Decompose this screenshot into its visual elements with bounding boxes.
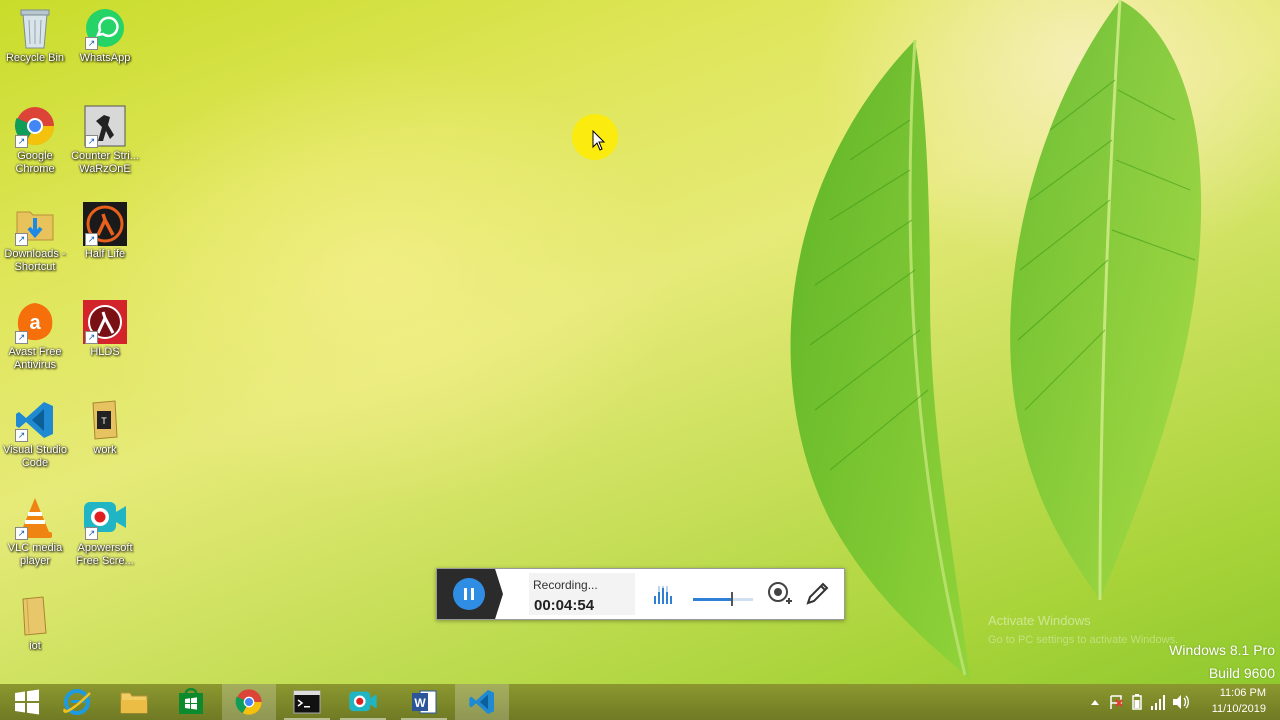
- desktop-icon-label: Avast Free Antivirus: [8, 346, 62, 371]
- desktop-icon-counter-strike[interactable]: ↗ Counter Stri... WaRzOnE: [70, 104, 140, 176]
- desktop-icon-label: VLC media player: [7, 542, 63, 567]
- windows-edition-watermark: Windows 8.1 Pro: [1169, 642, 1275, 658]
- taskbar-word[interactable]: W: [397, 684, 451, 720]
- apowersoft-icon: ↗: [83, 496, 127, 540]
- svg-text:a: a: [29, 312, 41, 334]
- shortcut-arrow-icon: ↗: [15, 233, 28, 246]
- ie-icon: [63, 689, 91, 715]
- shortcut-arrow-icon: ↗: [15, 429, 28, 442]
- desktop-icon-half-life[interactable]: ↗ Half Life: [70, 202, 140, 261]
- desktop-icon-apowersoft[interactable]: ↗ Apowersoft Free Scre...: [70, 496, 140, 568]
- desktop-icon-downloads-shortcut[interactable]: ↗ Downloads - Shortcut: [0, 202, 70, 274]
- desktop-icon-work[interactable]: T work: [70, 398, 140, 457]
- system-tray: 11:06 PM 11/10/2019: [1090, 684, 1280, 720]
- shortcut-arrow-icon: ↗: [85, 331, 98, 344]
- taskbar-store[interactable]: [164, 684, 218, 720]
- apowersoft-icon: [349, 691, 377, 712]
- hlds-icon: ↗: [83, 300, 127, 344]
- folder-iot-icon: [13, 594, 57, 638]
- desktop-icon-label: iot: [29, 640, 41, 652]
- battery-icon[interactable]: [1132, 694, 1142, 710]
- action-center-flag-icon[interactable]: [1108, 694, 1124, 710]
- desktop-icon-vlc[interactable]: ↗ VLC media player: [0, 496, 70, 568]
- taskbar-command-prompt[interactable]: [280, 684, 334, 720]
- desktop-icon-whatsapp[interactable]: ↗ WhatsApp: [70, 6, 140, 65]
- chrome-icon: [235, 689, 262, 715]
- desktop-icon-recycle-bin[interactable]: Recycle Bin: [0, 6, 70, 65]
- shortcut-arrow-icon: ↗: [15, 527, 28, 540]
- vscode-icon: ↗: [13, 398, 57, 442]
- shortcut-arrow-icon: ↗: [85, 233, 98, 246]
- whatsapp-icon: ↗: [83, 6, 127, 50]
- desktop-icon-avast[interactable]: a ↗ Avast Free Antivirus: [0, 300, 70, 372]
- vscode-icon: [469, 690, 494, 714]
- chrome-icon: ↗: [13, 104, 57, 148]
- recycle-bin-icon: [13, 6, 57, 50]
- recording-status: Recording...: [533, 578, 598, 592]
- volume-slider-thumb[interactable]: [731, 592, 733, 606]
- pause-button[interactable]: [453, 578, 485, 610]
- word-icon: W: [412, 690, 437, 714]
- desktop-icon-hlds[interactable]: ↗ HLDS: [70, 300, 140, 359]
- volume-level-icon[interactable]: [653, 586, 673, 604]
- taskbar-clock-date[interactable]: 11/10/2019: [1212, 703, 1266, 715]
- folder-work-icon: T: [83, 398, 127, 442]
- taskbar-chrome[interactable]: [222, 684, 276, 720]
- desktop-icon-label: Counter Stri... WaRzOnE: [71, 150, 139, 175]
- desktop-icon-label: Downloads - Shortcut: [4, 248, 66, 273]
- webcam-icon[interactable]: [767, 581, 793, 607]
- desktop-background[interactable]: Recycle Bin ↗ WhatsApp ↗ Google Chrome ↗…: [0, 0, 1280, 684]
- desktop-icon-visual-studio-code[interactable]: ↗ Visual Studio Code: [0, 398, 70, 470]
- file-explorer-icon: [120, 692, 148, 714]
- taskbar-internet-explorer[interactable]: [50, 684, 104, 720]
- shortcut-arrow-icon: ↗: [85, 37, 98, 50]
- mouse-cursor-icon: [592, 130, 606, 151]
- taskbar-apowersoft-recorder[interactable]: [336, 684, 390, 720]
- start-button[interactable]: [0, 684, 54, 720]
- desktop-icon-label: HLDS: [90, 346, 120, 358]
- avast-icon: a ↗: [13, 300, 57, 344]
- svg-text:T: T: [101, 416, 107, 426]
- taskbar[interactable]: W 11:06 PM 11/10/2019: [0, 684, 1280, 720]
- network-signal-icon[interactable]: [1150, 694, 1166, 710]
- windows-build-watermark: Build 9600: [1208, 665, 1275, 681]
- screen-recorder-toolbar[interactable]: Recording... 00:04:54: [436, 568, 845, 620]
- counter-strike-icon: ↗: [83, 104, 127, 148]
- annotate-pen-icon[interactable]: [804, 581, 830, 607]
- desktop-icon-iot[interactable]: iot: [0, 594, 70, 653]
- svg-text:W: W: [414, 696, 426, 710]
- desktop-icon-label: Apowersoft Free Scre...: [76, 542, 134, 567]
- shortcut-arrow-icon: ↗: [15, 135, 28, 148]
- desktop-icon-label: Recycle Bin: [5, 52, 65, 64]
- store-icon: [179, 688, 203, 714]
- folder-downloads-icon: ↗: [13, 202, 57, 246]
- show-hidden-icons-chevron-icon[interactable]: [1090, 698, 1100, 706]
- desktop-icon-label: Visual Studio Code: [2, 444, 67, 469]
- desktop-icon-label: work: [93, 444, 117, 456]
- shortcut-arrow-icon: ↗: [15, 331, 28, 344]
- desktop-icon-label: Half Life: [84, 248, 126, 260]
- speaker-volume-icon[interactable]: [1172, 694, 1190, 710]
- shortcut-arrow-icon: ↗: [85, 527, 98, 540]
- cmd-icon: [293, 690, 321, 714]
- desktop-icon-label: WhatsApp: [79, 52, 131, 64]
- activate-windows-subtext: Go to PC settings to activate Windows.: [988, 634, 1179, 646]
- recording-status-box: Recording... 00:04:54: [529, 573, 635, 615]
- shortcut-arrow-icon: ↗: [85, 135, 98, 148]
- vlc-icon: ↗: [13, 496, 57, 540]
- pause-icon: [464, 588, 467, 600]
- taskbar-file-explorer[interactable]: [107, 684, 161, 720]
- activate-windows-watermark: Activate Windows: [988, 613, 1091, 628]
- recording-timer: 00:04:54: [534, 597, 595, 614]
- windows-logo-icon: [15, 689, 39, 715]
- taskbar-vscode[interactable]: [455, 684, 509, 720]
- volume-slider[interactable]: [693, 598, 753, 601]
- desktop-icon-google-chrome[interactable]: ↗ Google Chrome: [0, 104, 70, 176]
- taskbar-clock-time[interactable]: 11:06 PM: [1220, 687, 1266, 699]
- volume-slider-fill: [693, 598, 732, 601]
- desktop-icon-label: Google Chrome: [15, 150, 55, 175]
- half-life-icon: ↗: [83, 202, 127, 246]
